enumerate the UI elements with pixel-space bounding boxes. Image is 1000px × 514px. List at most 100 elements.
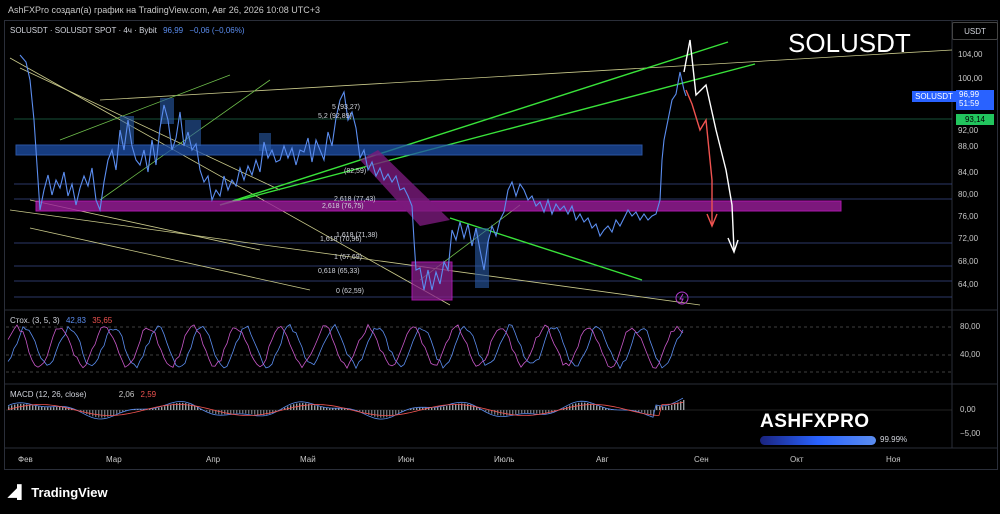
macd-bar <box>683 399 685 410</box>
bar-countdown: 51:59 <box>959 99 980 108</box>
macd-bar <box>29 404 31 410</box>
macd-bar <box>335 408 337 410</box>
macd-bar <box>167 405 169 410</box>
macd-legend[interactable]: MACD (12, 26, close) 2,06 2,59 <box>10 390 156 399</box>
macd-bar <box>182 402 184 410</box>
macd-bar <box>32 405 34 410</box>
macd-tick: −5,00 <box>960 429 981 438</box>
magenta-box-june <box>411 261 453 301</box>
macd-bar <box>158 407 160 410</box>
price-tick: 68,00 <box>958 257 979 266</box>
blue-zone-horizontal <box>15 144 643 156</box>
macd-bar <box>641 410 643 413</box>
macd-bar <box>212 410 214 414</box>
price-tick: 104,00 <box>958 50 983 59</box>
month-tick: Авг <box>596 455 609 464</box>
macd-bar <box>638 410 640 412</box>
macd-bar <box>455 404 457 410</box>
macd-bar <box>524 410 526 414</box>
price-tick: 92,00 <box>958 126 979 135</box>
macd-bar <box>518 410 520 414</box>
fib-label: 5 (93,27) <box>332 104 361 111</box>
macd-bar <box>449 405 451 410</box>
macd-bar <box>323 407 325 410</box>
macd-bar <box>50 407 52 410</box>
macd-bar <box>542 410 544 414</box>
macd-bar <box>161 407 163 410</box>
month-tick: Фев <box>18 455 33 464</box>
stoch-tick: 80,00 <box>960 322 981 331</box>
macd-bar <box>593 404 595 410</box>
macd-bar <box>224 410 226 415</box>
macd-bar <box>587 402 589 410</box>
stochastic-lines <box>7 323 684 370</box>
macd-bar <box>584 402 586 410</box>
stoch-legend[interactable]: Стох. (3, 5, 3) 42,83 35,65 <box>10 316 112 325</box>
price-tick: 80,00 <box>958 190 979 199</box>
price-change-header: −0,06 (−0,06%) <box>189 26 245 35</box>
month-tick: Мар <box>106 455 122 464</box>
macd-bar <box>443 406 445 410</box>
month-tick: Ноя <box>886 455 901 464</box>
last-price-header: 96,99 <box>163 26 184 35</box>
macd-bar <box>92 410 94 417</box>
macd-bar <box>662 406 664 410</box>
macd-bar <box>53 407 55 410</box>
macd-bar <box>527 410 529 414</box>
macd-bar <box>602 407 604 410</box>
fib-label: 2,618 (77,43) <box>334 196 376 203</box>
macd-bar <box>239 410 241 414</box>
macd-bar <box>35 405 37 410</box>
macd-bar <box>101 410 103 418</box>
fib-label: 1 (67,69) <box>334 254 363 261</box>
macd-bar <box>302 403 304 410</box>
macd-bar <box>257 410 259 415</box>
symbol-title-overlay: SOLUSDT <box>788 28 911 58</box>
macd-bar <box>575 403 577 410</box>
fib-label: 2,618 (76,75) <box>322 203 364 210</box>
macd-bar <box>515 410 517 415</box>
fib-label: 0,618 (65,33) <box>318 268 360 275</box>
macd-bar <box>152 408 154 410</box>
macd-bar <box>380 410 382 418</box>
macd-bar <box>395 410 397 415</box>
macd-bar <box>104 410 106 418</box>
stoch-d-value: 35,65 <box>92 316 113 325</box>
macd-bar <box>236 410 238 414</box>
flash-icon-bolt <box>679 293 684 304</box>
macd-bar <box>533 410 535 414</box>
macd-bar <box>98 410 100 418</box>
macd-bar <box>512 410 514 415</box>
blue-box-4 <box>259 133 271 151</box>
macd-bar <box>416 407 418 410</box>
tradingview-brand[interactable]: ◢▌ TradingView <box>8 484 108 500</box>
macd-bar <box>596 405 598 410</box>
stoch-tick: 40,00 <box>960 350 981 359</box>
price-tick: 88,00 <box>958 142 979 151</box>
macd-bar <box>317 406 319 410</box>
fib-label: 0 (62,59) <box>336 288 365 295</box>
macd-bar <box>647 410 649 415</box>
macd-bar <box>179 402 181 410</box>
macd-bar <box>185 403 187 410</box>
macd-bar <box>23 404 25 410</box>
month-tick: Июль <box>494 455 515 464</box>
macd-bar <box>170 404 172 410</box>
month-tick: Сен <box>694 455 709 464</box>
macd-bar <box>230 410 232 414</box>
macd-bar <box>659 406 661 410</box>
macd-bar <box>86 410 88 415</box>
macd-bar <box>392 410 394 416</box>
macd-bar <box>536 410 538 414</box>
macd-bar <box>116 410 118 414</box>
symbol-header[interactable]: SOLUSDT · SOLUSDT SPOT · 4ч · Bybit 96,9… <box>10 26 245 35</box>
currency-button[interactable]: USDT <box>952 22 998 40</box>
blue-box-2 <box>160 98 174 124</box>
macd-bar <box>437 407 439 410</box>
macd-bar <box>440 407 442 410</box>
symbol-price-label: SOLUSDT <box>912 91 956 102</box>
macd-bar <box>248 410 250 414</box>
macd-bar <box>674 403 676 410</box>
macd-bar <box>506 410 508 416</box>
macd-bar <box>95 410 97 418</box>
